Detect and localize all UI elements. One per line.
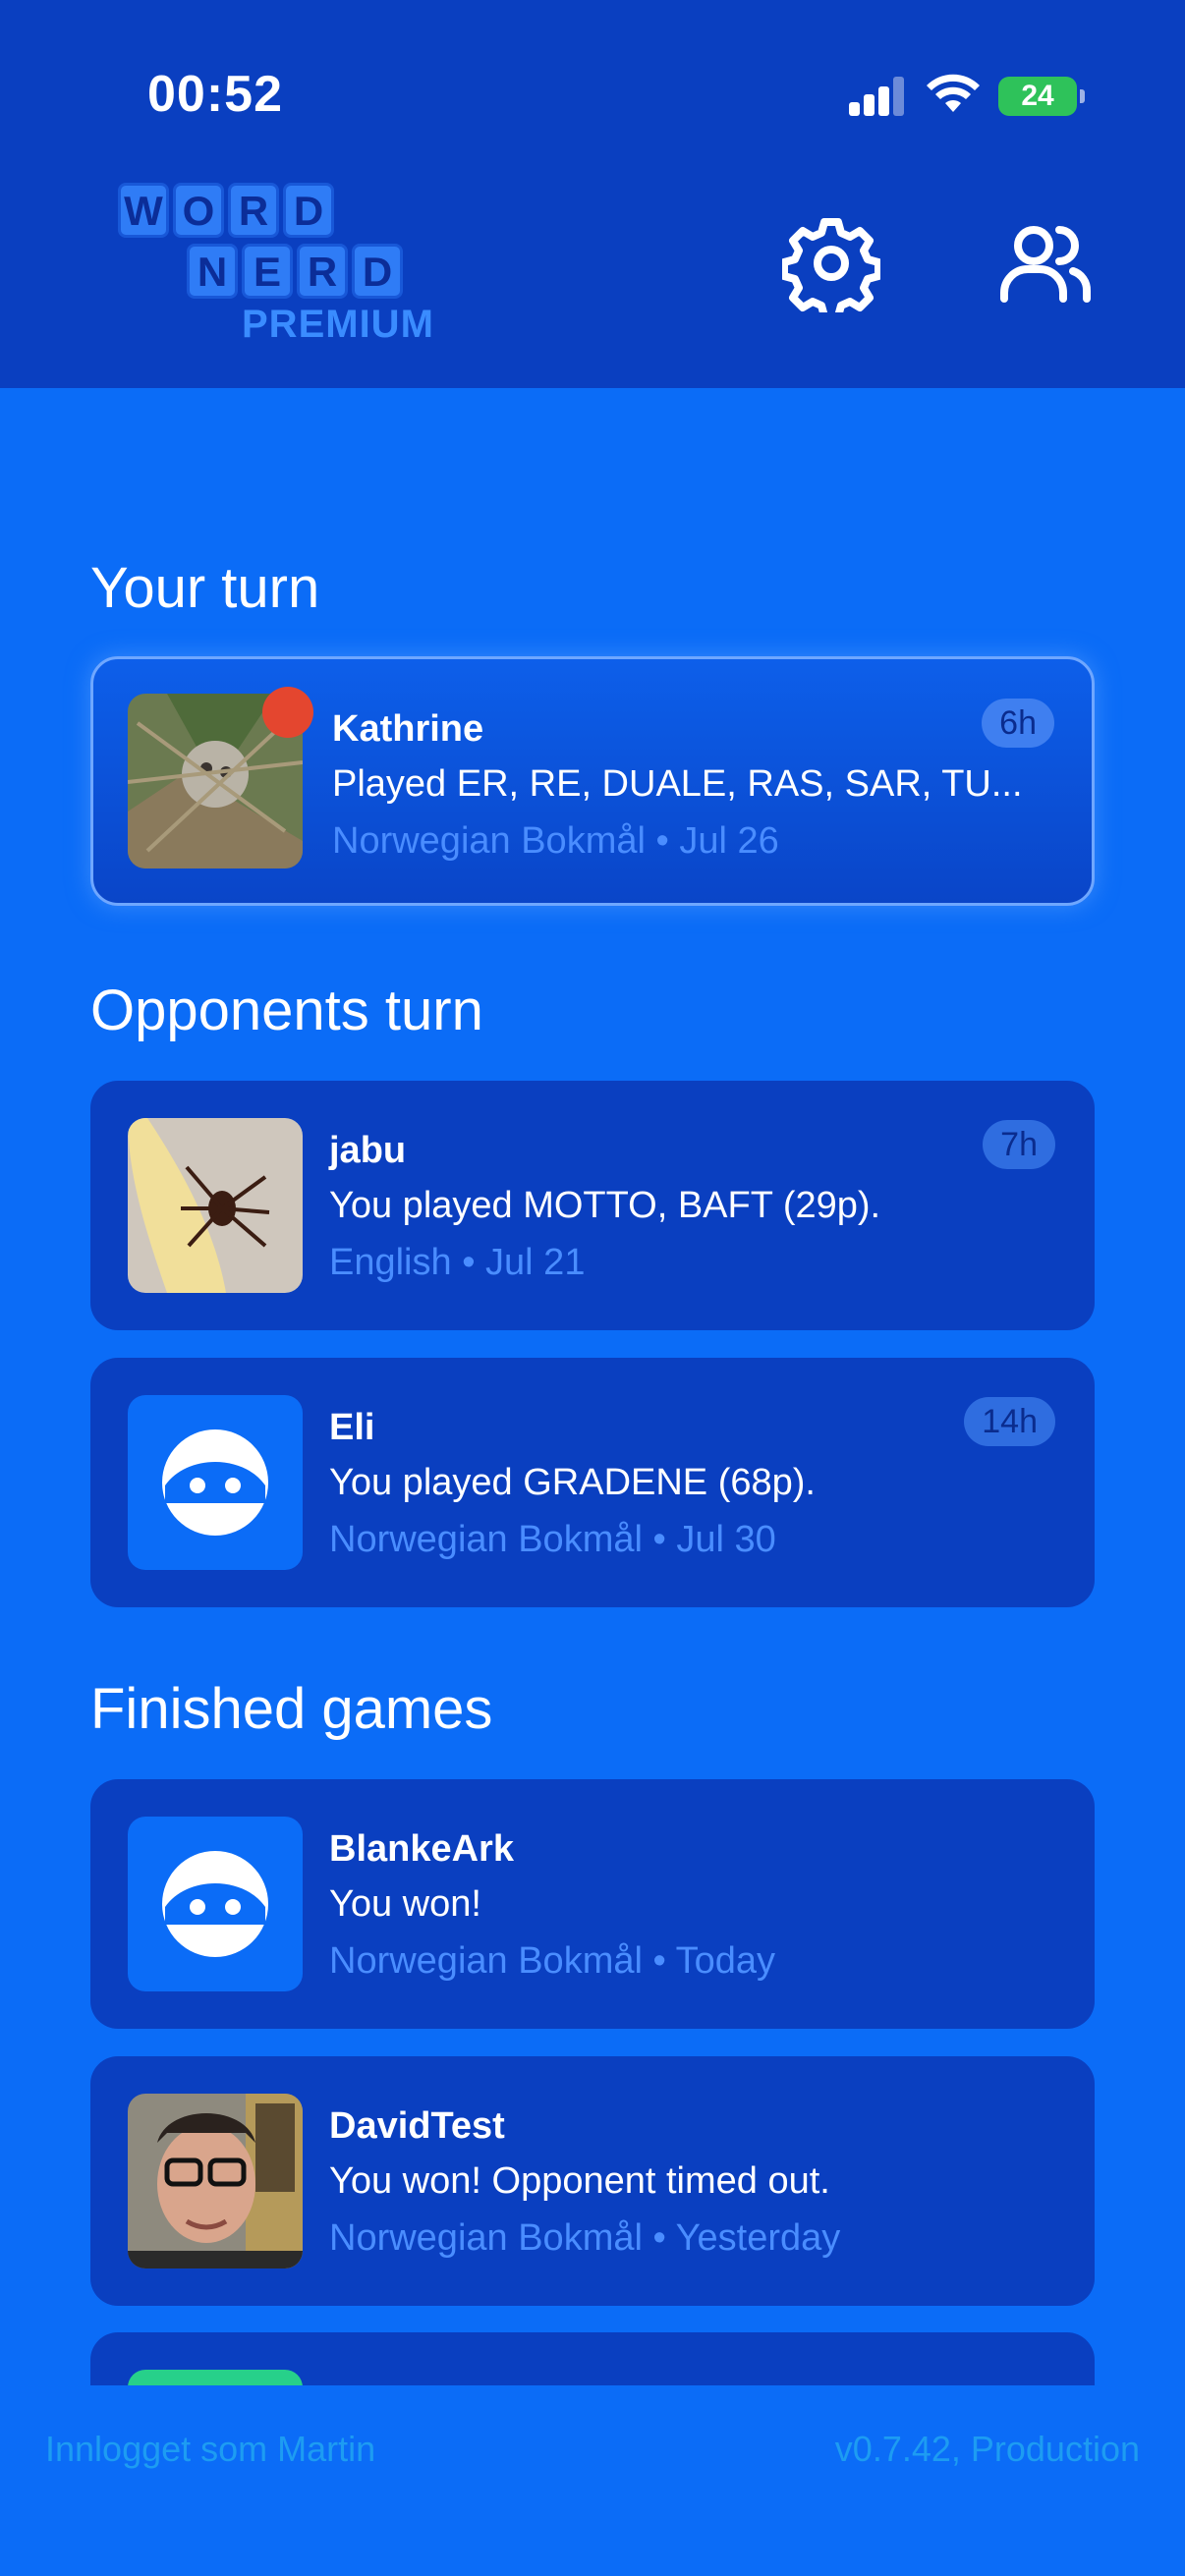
game-result: You won! Opponent timed out.	[329, 2160, 830, 2202]
logo-tile: N	[187, 244, 238, 299]
logo-tile: D	[352, 244, 403, 299]
game-card[interactable]: Kathrine Played ER, RE, DUALE, RAS, SAR,…	[90, 656, 1095, 906]
game-meta: Norwegian Bokmål • Jul 26	[332, 820, 779, 862]
logo-tile: E	[242, 244, 293, 299]
battery-icon: 24	[998, 77, 1085, 116]
logo-tile: R	[228, 183, 279, 238]
users-icon[interactable]	[996, 214, 1095, 312]
default-avatar-icon	[128, 1817, 303, 1991]
avatar	[128, 1118, 303, 1293]
game-card[interactable]: Eli You played GRADENE (68p). Norwegian …	[90, 1358, 1095, 1607]
last-move: Played ER, RE, DUALE, RAS, SAR, TU...	[332, 763, 1023, 805]
unread-indicator	[262, 687, 313, 738]
section-title-finished-games: Finished games	[90, 1677, 493, 1741]
game-meta: English • Jul 21	[329, 1242, 586, 1283]
word-nerd-logo: W O R D N E R D PREMIUM	[118, 183, 452, 350]
section-title-opponents-turn: Opponents turn	[90, 979, 483, 1042]
time-badge: 14h	[964, 1397, 1055, 1446]
opponent-name: Eli	[329, 1407, 375, 1448]
logo-tile: W	[118, 183, 169, 238]
logo-tile: D	[283, 183, 334, 238]
logo-subtitle: PREMIUM	[242, 303, 434, 346]
game-result: You won!	[329, 1883, 481, 1925]
battery-level: 24	[1021, 80, 1054, 112]
status-bar: 00:52 24	[0, 0, 1185, 187]
footer	[0, 2385, 1185, 2576]
logo-tile: O	[173, 183, 224, 238]
default-avatar-icon	[128, 1395, 303, 1570]
wifi-icon	[927, 74, 980, 112]
avatar	[128, 2094, 303, 2268]
opponent-name: DavidTest	[329, 2105, 505, 2147]
time-badge: 7h	[983, 1120, 1055, 1169]
opponent-name: jabu	[329, 1130, 407, 1171]
logged-in-label: Innlogget som Martin	[45, 2429, 376, 2469]
gear-icon[interactable]	[782, 214, 880, 312]
opponent-name: BlankeArk	[329, 1828, 514, 1870]
status-time: 00:52	[147, 66, 283, 123]
game-meta: Norwegian Bokmål • Jul 30	[329, 1519, 776, 1560]
time-badge: 6h	[982, 699, 1054, 748]
game-card[interactable]: DavidTest You won! Opponent timed out. N…	[90, 2056, 1095, 2306]
last-move: You played MOTTO, BAFT (29p).	[329, 1185, 881, 1226]
game-card[interactable]: BlankeArk You won! Norwegian Bokmål • To…	[90, 1779, 1095, 2029]
game-meta: Norwegian Bokmål • Today	[329, 1940, 776, 1982]
section-title-your-turn: Your turn	[90, 556, 320, 620]
cellular-signal-icon	[849, 77, 906, 116]
opponent-name: Kathrine	[332, 708, 484, 750]
version-label: v0.7.42, Production	[834, 2429, 1140, 2469]
last-move: You played GRADENE (68p).	[329, 1462, 816, 1503]
logo-tile: R	[297, 244, 348, 299]
game-meta: Norwegian Bokmål • Yesterday	[329, 2217, 841, 2259]
game-card[interactable]: jabu You played MOTTO, BAFT (29p). Engli…	[90, 1081, 1095, 1330]
